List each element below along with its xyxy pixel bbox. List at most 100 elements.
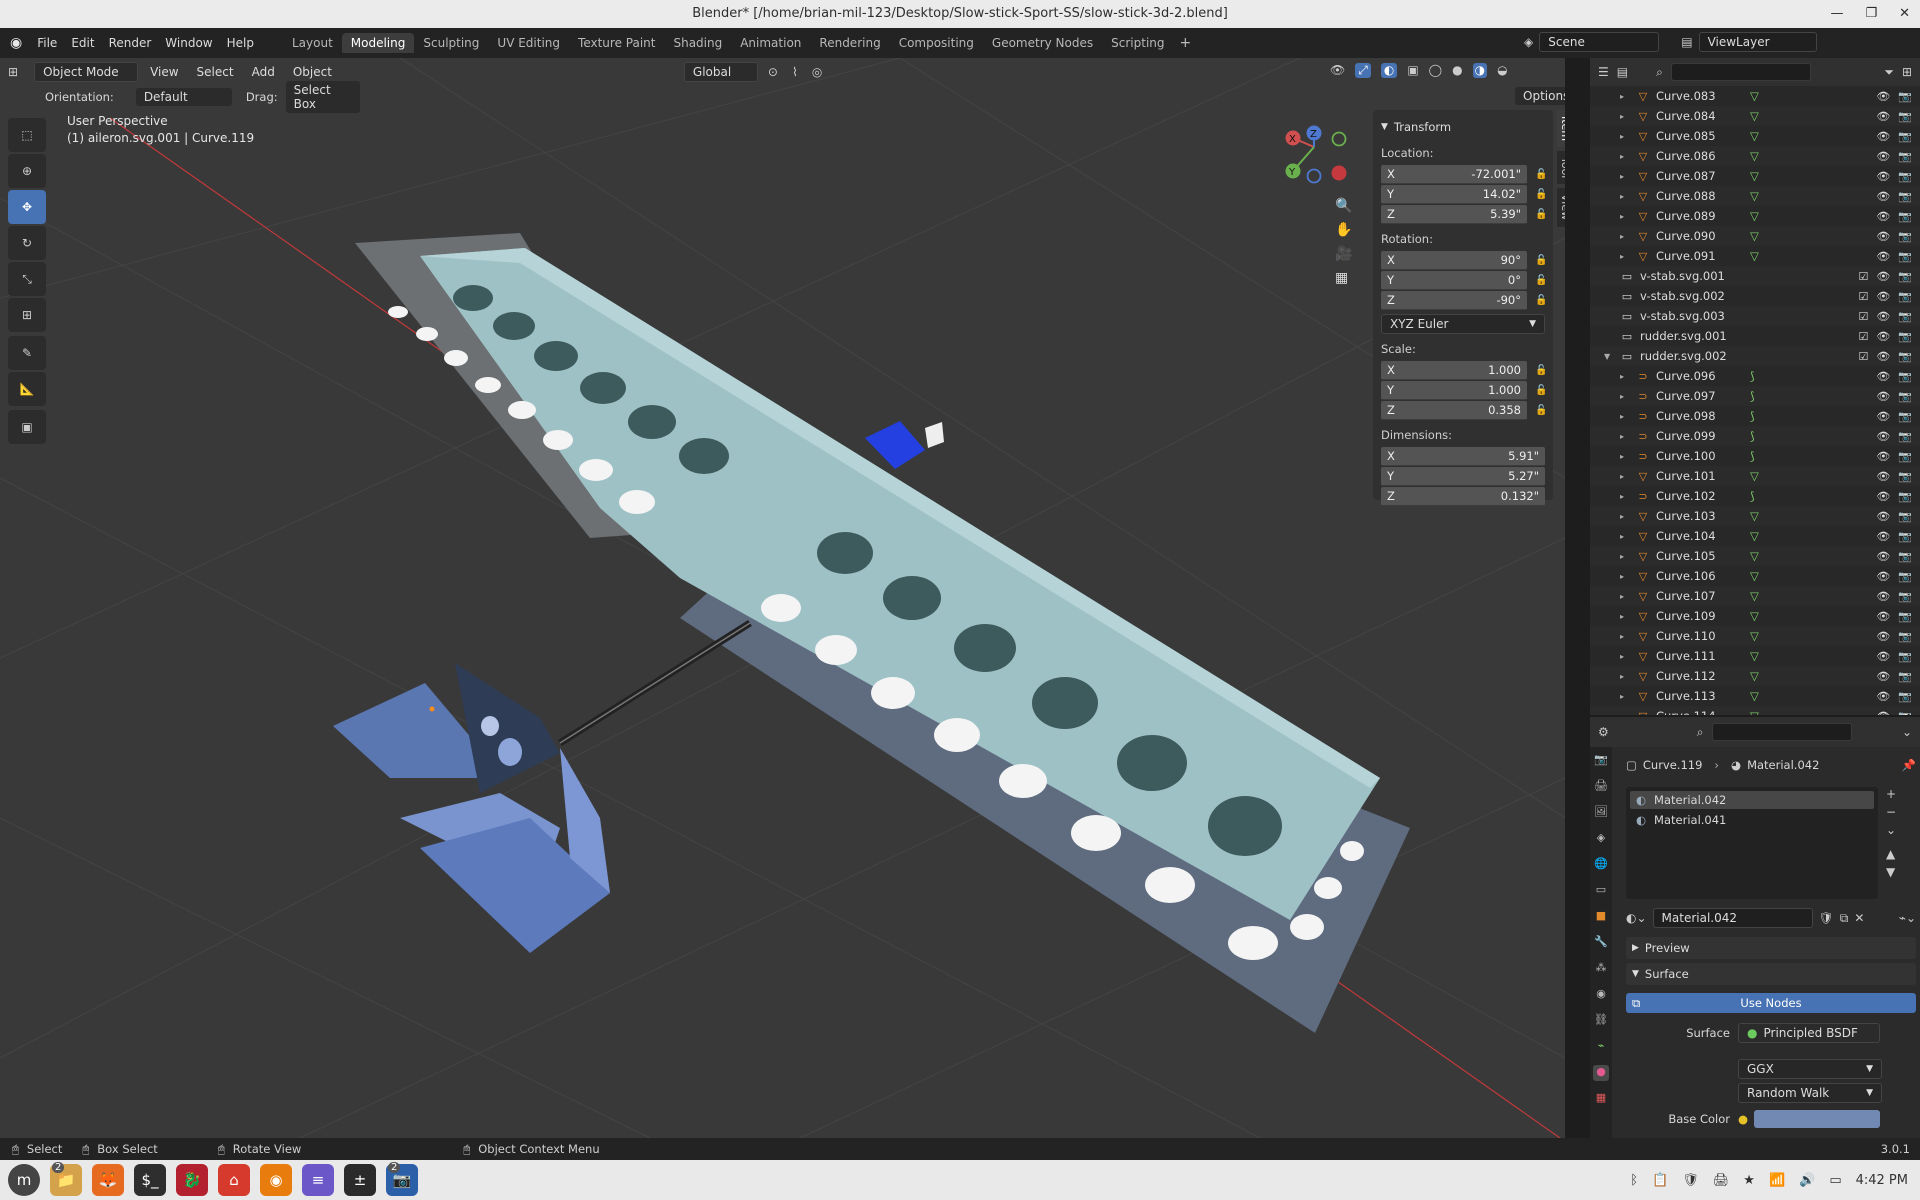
eye-icon[interactable]: 👁	[1876, 250, 1890, 263]
disclosure-icon[interactable]: ▸	[1620, 452, 1624, 461]
outliner-row[interactable]: ▸ ▽ Curve.088 ▽ 👁 📷	[1590, 186, 1920, 206]
scene-selector[interactable]: Scene	[1539, 32, 1660, 52]
material-shading-icon[interactable]: ◑	[1472, 63, 1488, 78]
particles-properties-icon[interactable]: ⁂	[1593, 961, 1609, 977]
menu-render[interactable]: Render	[102, 36, 159, 50]
outliner-row[interactable]: ▸ ▽ Curve.103 ▽ 👁 📷	[1590, 506, 1920, 526]
outliner-row[interactable]: ▸ ▽ Curve.113 ▽ 👁 📷	[1590, 686, 1920, 706]
exclude-checkbox[interactable]: ☑	[1858, 270, 1868, 283]
eye-icon[interactable]: 👁	[1876, 150, 1890, 163]
camera-render-icon[interactable]: 📷	[1898, 690, 1912, 703]
scale-y-field[interactable]: Y 1.000	[1381, 380, 1527, 400]
material-slot[interactable]: ◐ Material.042	[1630, 791, 1874, 809]
outliner-row[interactable]: ▸ ▽ Curve.107 ▽ 👁 📷	[1590, 586, 1920, 606]
curve-data-icon[interactable]: ⟆	[1750, 429, 1755, 443]
eye-icon[interactable]: 👁	[1876, 270, 1890, 283]
outliner-row[interactable]: ▭ rudder.svg.001 ☑ 👁 📷	[1590, 326, 1920, 346]
tab-tool[interactable]: Tool	[1557, 151, 1565, 185]
zoom-icon[interactable]: 🔍	[1335, 198, 1352, 214]
eye-icon[interactable]: 👁	[1876, 170, 1890, 183]
view-layer-properties-icon[interactable]: 🖼	[1593, 805, 1609, 821]
mode-selector[interactable]: Object Mode	[34, 62, 139, 82]
use-nodes-button[interactable]: ⧉ Use Nodes	[1626, 993, 1916, 1013]
outliner-search-input[interactable]	[1670, 63, 1811, 81]
outliner-row[interactable]: ▸ ▽ Curve.109 ▽ 👁 📷	[1590, 606, 1920, 626]
camera-render-icon[interactable]: 📷	[1898, 610, 1912, 623]
camera-render-icon[interactable]: 📷	[1898, 550, 1912, 563]
outliner-row[interactable]: ▸ ▽ Curve.084 ▽ 👁 📷	[1590, 106, 1920, 126]
camera-render-icon[interactable]: 📷	[1898, 570, 1912, 583]
eye-icon[interactable]: 👁	[1876, 550, 1890, 563]
mesh-data-icon[interactable]: ▽	[1750, 169, 1759, 183]
scale-x-field[interactable]: X 1.000	[1381, 360, 1527, 380]
eye-icon[interactable]: 👁	[1876, 130, 1890, 143]
eye-icon[interactable]: 👁	[1876, 570, 1890, 583]
rotation-y-field[interactable]: Y 0°	[1381, 270, 1527, 290]
transform-section-header[interactable]: ▼ Transform	[1381, 116, 1545, 138]
display-mode-icon[interactable]: ▤	[1617, 65, 1628, 79]
blender-app-icon[interactable]: ◉	[260, 1164, 292, 1196]
material-slot[interactable]: ◐ Material.041	[1630, 811, 1874, 829]
options-button[interactable]: Options	[1515, 87, 1565, 105]
mesh-data-icon[interactable]: ▽	[1750, 189, 1759, 203]
scale-z-field[interactable]: Z 0.358	[1381, 400, 1527, 420]
outliner-row[interactable]: ▭ v-stab.svg.003 ☑ 👁 📷	[1590, 306, 1920, 326]
eye-icon[interactable]: 👁	[1876, 370, 1890, 383]
location-z-field[interactable]: Z 5.39"	[1381, 204, 1527, 224]
filter-icon[interactable]: ⏷	[1884, 65, 1894, 80]
cursor-tool-icon[interactable]: ⊕	[8, 154, 46, 188]
menu-edit[interactable]: Edit	[64, 36, 101, 50]
outliner-row[interactable]: ▸ ▽ Curve.101 ▽ 👁 📷	[1590, 466, 1920, 486]
material-properties-icon[interactable]: ●	[1593, 1065, 1609, 1081]
mesh-data-icon[interactable]: ▽	[1750, 629, 1759, 643]
outliner-row[interactable]: ▭ v-stab.svg.002 ☑ 👁 📷	[1590, 286, 1920, 306]
camera-render-icon[interactable]: 📷	[1898, 130, 1912, 143]
tab-texture-paint[interactable]: Texture Paint	[569, 33, 664, 53]
eye-icon[interactable]: 👁	[1876, 650, 1890, 663]
node-link-icon[interactable]: ⌁⌄	[1899, 911, 1916, 925]
camera-render-icon[interactable]: 📷	[1898, 590, 1912, 603]
curve-data-icon[interactable]: ⟆	[1750, 369, 1755, 383]
eye-icon[interactable]: 👁	[1876, 710, 1890, 716]
properties-editor-icon[interactable]: ⚙	[1598, 725, 1609, 739]
disclosure-icon[interactable]: ▸	[1620, 92, 1624, 101]
menu-help[interactable]: Help	[220, 36, 261, 50]
disclosure-icon[interactable]: ▸	[1620, 612, 1624, 621]
camera-render-icon[interactable]: 📷	[1898, 250, 1912, 263]
outliner-row[interactable]: ▭ v-stab.svg.001 ☑ 👁 📷	[1590, 266, 1920, 286]
outliner-row[interactable]: ▸ ▽ Curve.111 ▽ 👁 📷	[1590, 646, 1920, 666]
tab-modeling[interactable]: Modeling	[341, 33, 415, 53]
outliner-row[interactable]: ▸ ▽ Curve.087 ▽ 👁 📷	[1590, 166, 1920, 186]
overlay-toggle-icon[interactable]: ◐	[1380, 63, 1398, 78]
camera-render-icon[interactable]: 📷	[1898, 90, 1912, 103]
mesh-data-icon[interactable]: ▽	[1750, 109, 1759, 123]
camera-render-icon[interactable]: 📷	[1898, 650, 1912, 663]
solid-shading-icon[interactable]: ●	[1452, 63, 1462, 78]
tab-geometry-nodes[interactable]: Geometry Nodes	[983, 33, 1102, 53]
collection-properties-icon[interactable]: ▭	[1593, 883, 1609, 899]
modifier-properties-icon[interactable]: 🔧	[1593, 935, 1609, 951]
camera-render-icon[interactable]: 📷	[1898, 710, 1912, 716]
view-layer-selector[interactable]: ViewLayer	[1698, 32, 1817, 52]
camera-render-icon[interactable]: 📷	[1898, 470, 1912, 483]
curve-data-icon[interactable]: ⟆	[1750, 489, 1755, 503]
editor-type-icon[interactable]: ⊞	[8, 65, 18, 79]
outliner-row[interactable]: ▼ ▭ rudder.svg.002 ☑ 👁 📷	[1590, 346, 1920, 366]
move-tool-icon[interactable]: ✥	[8, 190, 46, 224]
scene-icon[interactable]: ◈	[1524, 35, 1533, 49]
eye-icon[interactable]: 👁	[1876, 610, 1890, 623]
pan-hand-icon[interactable]: ✋	[1335, 222, 1352, 238]
volume-icon[interactable]: 🔊	[1799, 1173, 1815, 1188]
camera-render-icon[interactable]: 📷	[1898, 350, 1912, 363]
text-editor-icon[interactable]: ≡	[302, 1164, 334, 1196]
xray-icon[interactable]: ▣	[1407, 63, 1418, 78]
camera-render-icon[interactable]: 📷	[1898, 330, 1912, 343]
dimension-z-field[interactable]: Z 0.132"	[1381, 486, 1545, 506]
scale-tool-icon[interactable]: ⤡	[8, 262, 46, 296]
disclosure-icon[interactable]: ▸	[1620, 412, 1624, 421]
rotate-tool-icon[interactable]: ↻	[8, 226, 46, 260]
pin-icon[interactable]: 📌	[1902, 758, 1916, 772]
camera-render-icon[interactable]: 📷	[1898, 290, 1912, 303]
eye-icon[interactable]: 👁	[1876, 510, 1890, 523]
disclosure-icon[interactable]: ▸	[1620, 472, 1624, 481]
